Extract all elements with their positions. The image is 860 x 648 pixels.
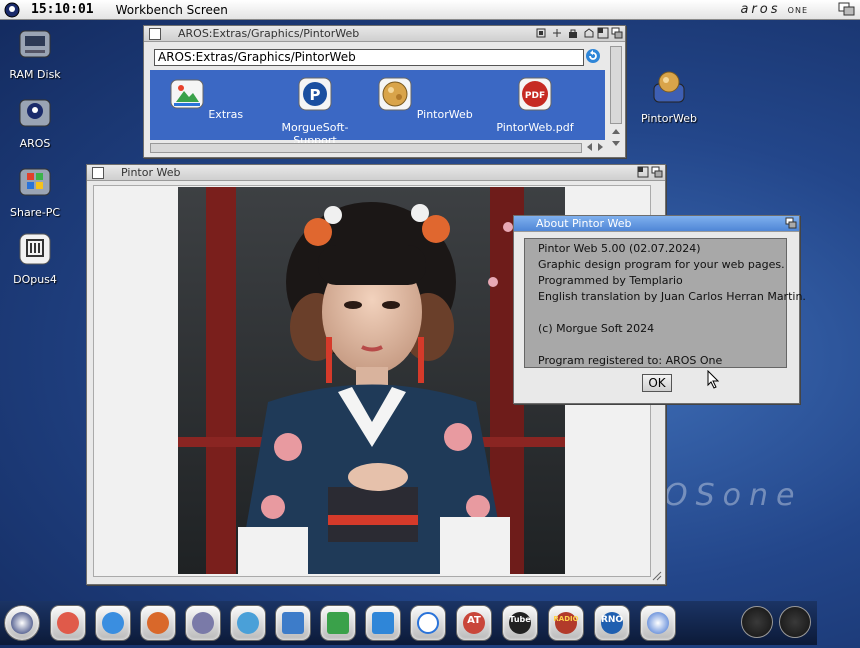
rno-tunes-icon[interactable]: RNO	[594, 605, 630, 641]
cpu-gauge-icon	[741, 606, 773, 638]
about-dialog-titlebar[interactable]: About Pintor Web	[514, 216, 799, 232]
desktop-icon-label: Share-PC	[9, 206, 61, 219]
desktop-icon-label: DOpus4	[13, 273, 57, 286]
clock: 15:10:01	[31, 2, 94, 17]
radio-icon[interactable]: RADIO	[548, 605, 584, 641]
zoom-gadget-icon[interactable]	[637, 166, 649, 178]
reload-icon[interactable]	[585, 48, 601, 64]
screen-depth-gadget[interactable]	[838, 2, 856, 16]
pintorweb-app-icon	[378, 77, 412, 111]
screen-icon[interactable]	[365, 605, 401, 641]
pdf-icon: PDF	[518, 77, 552, 111]
resize-handle-icon[interactable]	[652, 571, 662, 581]
aros-drive-icon	[19, 99, 51, 127]
file-icon-morguesoft-support[interactable]: P MorgueSoft-Support	[265, 76, 365, 147]
mouse-pointer-icon	[707, 370, 719, 389]
aros-menu-icon[interactable]	[4, 605, 40, 641]
about-line	[538, 337, 786, 353]
chart-icon[interactable]: AT	[456, 605, 492, 641]
ok-button[interactable]: OK	[642, 374, 672, 392]
close-gadget[interactable]	[92, 167, 104, 179]
horizontal-scrollbar[interactable]	[150, 143, 582, 153]
about-dialog: About Pintor Web Pintor Web 5.00 (02.07.…	[513, 215, 806, 404]
about-line: English translation by Juan Carlos Herra…	[538, 290, 806, 303]
parent-gadget-icon[interactable]	[583, 27, 595, 39]
scissors-icon[interactable]	[410, 605, 446, 641]
about-dialog-title: About Pintor Web	[536, 217, 632, 230]
drawer-icon-area: Extras P MorgueSoft-Support PintorWeb PD…	[150, 70, 605, 147]
file-icon-extras[interactable]: Extras	[156, 76, 256, 121]
monitor-icon[interactable]	[275, 605, 311, 641]
desktop-icon-dopus4[interactable]: DOpus4	[0, 231, 70, 286]
windows-share-icon	[19, 168, 51, 196]
svg-text:P: P	[310, 86, 321, 104]
svg-text:PDF: PDF	[525, 91, 545, 101]
about-line: Programmed by Templario	[538, 274, 683, 287]
desktop-icon-label: PintorWeb	[641, 112, 697, 125]
file-icon-pintorweb[interactable]: PintorWeb	[375, 76, 475, 121]
dopus-icon	[19, 233, 51, 265]
memory-gauge-icon	[779, 606, 811, 638]
wallpaper-logo-text: OSone	[664, 478, 803, 513]
mascot-icon[interactable]	[185, 605, 221, 641]
about-line: Pintor Web 5.00 (02.07.2024)	[538, 242, 701, 255]
vertical-scrollbar[interactable]	[610, 46, 622, 124]
depth-gadget-icon[interactable]	[785, 217, 797, 229]
paint-icon[interactable]	[50, 605, 86, 641]
browser-icon[interactable]	[140, 605, 176, 641]
about-text-panel: Pintor Web 5.00 (02.07.2024) Graphic des…	[524, 238, 806, 368]
file-icon-label: Extras	[208, 108, 244, 121]
iconify-gadget-icon[interactable]	[551, 27, 563, 39]
file-icon-label: PintorWeb.pdf	[496, 121, 574, 134]
drawer-window-titlebar[interactable]: AROS:Extras/Graphics/PintorWeb	[144, 26, 625, 42]
image-window-titlebar[interactable]: Pintor Web	[87, 165, 665, 181]
scroll-up-down-arrows-icon[interactable]	[610, 126, 622, 150]
desktop-icon-aros[interactable]: AROS	[0, 95, 70, 150]
aros-logo-icon[interactable]	[3, 2, 21, 18]
lock-gadget-icon[interactable]	[567, 27, 579, 39]
about-line: Program registered to: AROS One	[538, 354, 723, 367]
taskbar: AT Tube RADIO RNO	[0, 601, 817, 645]
desktop-icon-ram-disk[interactable]: RAM Disk	[0, 26, 70, 81]
scroll-left-right-arrows-icon[interactable]	[584, 141, 608, 153]
desktop-icon-pintorweb[interactable]: PintorWeb	[634, 70, 704, 125]
about-line: Graphic design program for your web page…	[538, 258, 785, 271]
file-icon-label: PintorWeb	[416, 108, 473, 121]
paypal-icon: P	[298, 77, 332, 111]
about-line: (c) Morgue Soft 2024	[538, 322, 655, 335]
portrait-woman-kimono-image	[178, 187, 565, 574]
extras-drawer-icon	[170, 79, 204, 109]
desktop-icon-label: RAM Disk	[9, 68, 61, 81]
desktop-icon-share-pc[interactable]: Share-PC	[0, 164, 70, 219]
close-gadget[interactable]	[149, 28, 161, 40]
zoom-gadget-icon[interactable]	[597, 27, 609, 39]
tube-icon[interactable]: Tube	[502, 605, 538, 641]
drawer-window: AROS:Extras/Graphics/PintorWeb AROS:Extr…	[143, 25, 626, 158]
desktop-icon-label: AROS	[19, 137, 51, 150]
drawer-window-title: AROS:Extras/Graphics/PintorWeb	[178, 27, 360, 40]
file-icon-pintorweb-pdf[interactable]: PDF PintorWeb.pdf	[485, 76, 585, 134]
editor-icon[interactable]	[230, 605, 266, 641]
compass-icon[interactable]	[640, 605, 676, 641]
snapshot-gadget-icon[interactable]	[535, 27, 547, 39]
image-window-title: Pintor Web	[121, 166, 181, 179]
about-line	[538, 305, 786, 321]
screen-title-bar: 15:10:01 Workbench Screen aros ONE	[0, 0, 860, 20]
path-input[interactable]: AROS:Extras/Graphics/PintorWeb	[154, 49, 584, 66]
screen-title: Workbench Screen	[115, 2, 228, 17]
aros-brand-logo: aros ONE	[740, 2, 808, 17]
pintorweb-drive-icon	[653, 71, 685, 103]
ram-disk-icon	[19, 30, 51, 58]
search-icon[interactable]	[95, 605, 131, 641]
depth-gadget-icon[interactable]	[651, 166, 663, 178]
display-icon[interactable]	[320, 605, 356, 641]
depth-gadget-icon[interactable]	[611, 27, 623, 39]
